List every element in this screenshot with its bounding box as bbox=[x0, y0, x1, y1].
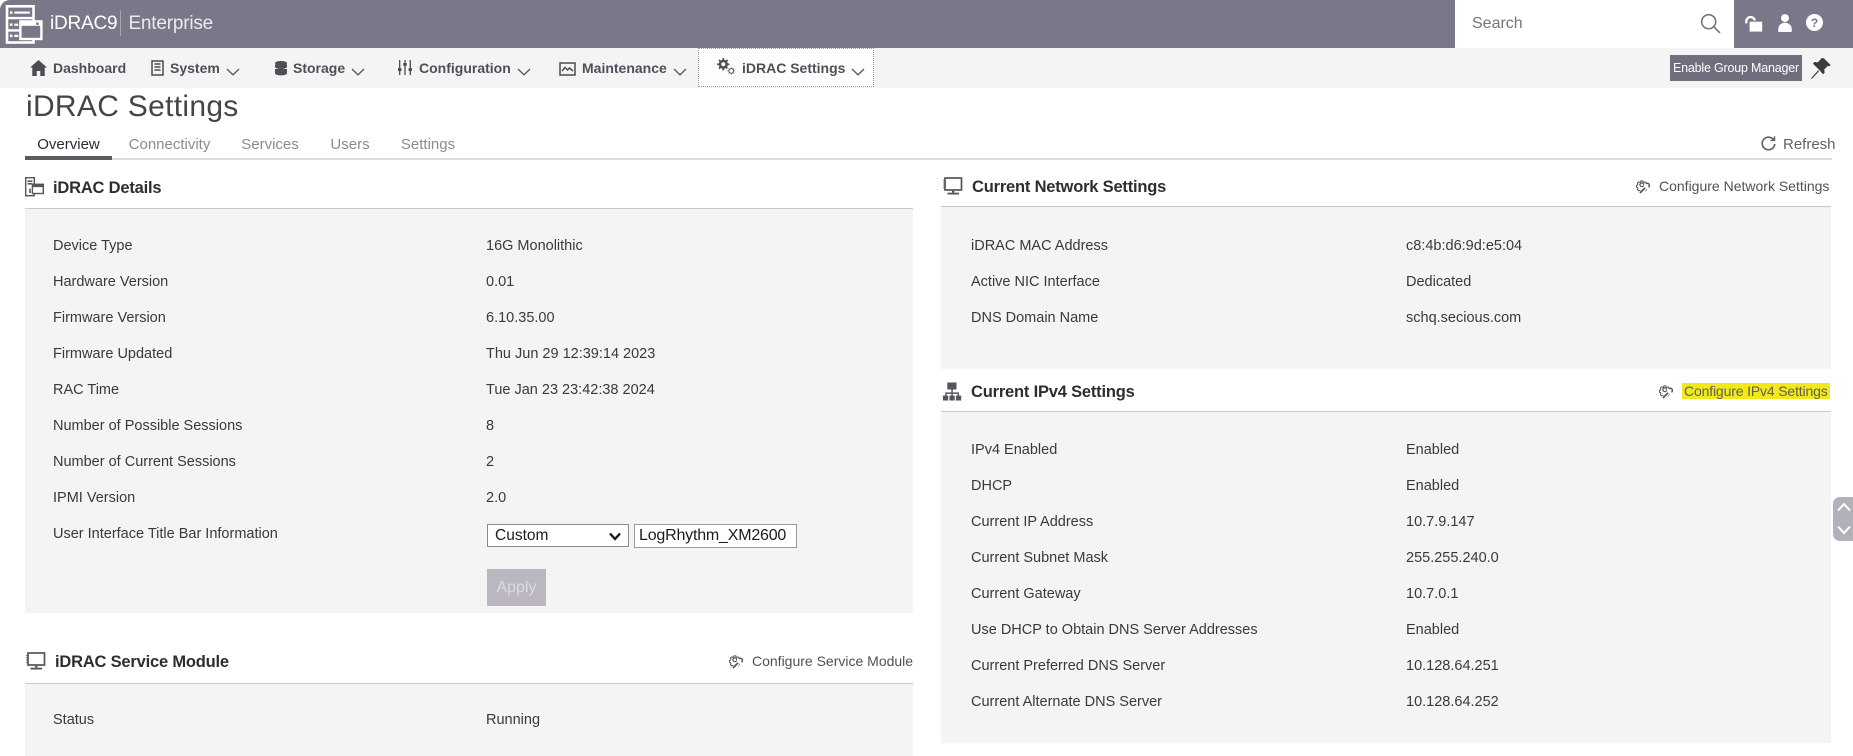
svg-text:?: ? bbox=[1811, 16, 1818, 30]
